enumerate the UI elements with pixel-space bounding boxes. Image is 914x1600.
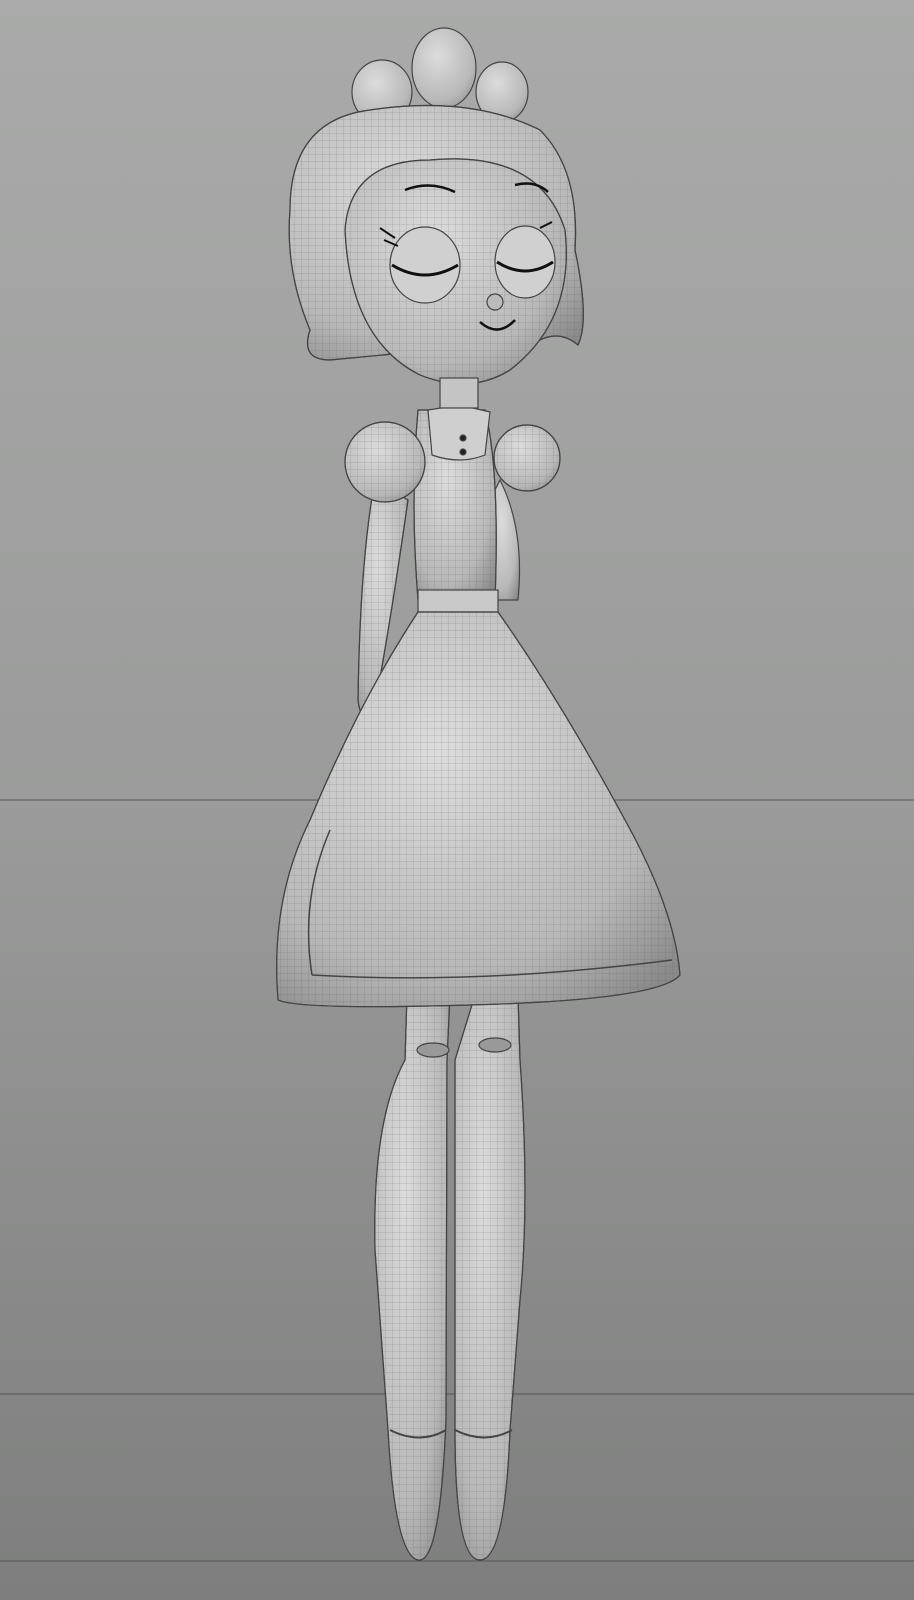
render-canvas [0, 0, 914, 1600]
3d-viewport[interactable] [0, 0, 914, 1600]
